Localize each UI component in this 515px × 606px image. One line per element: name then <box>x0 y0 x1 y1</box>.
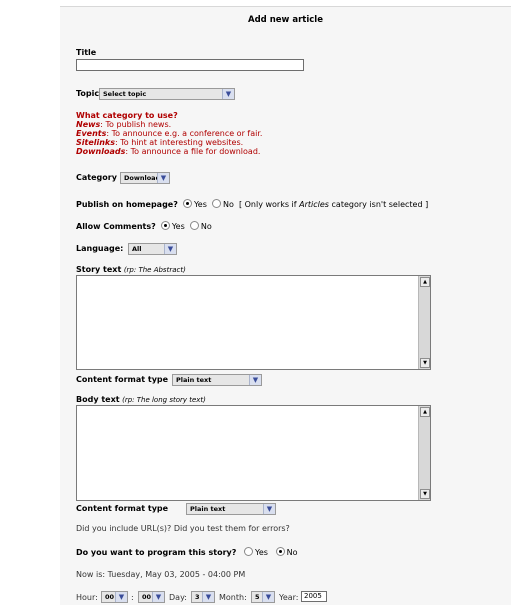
program-story-yes-radio[interactable] <box>244 547 254 556</box>
publish-homepage-row: Publish on homepage? Yes No [ Only works… <box>76 199 428 209</box>
year-input[interactable]: 2005 <box>301 591 327 602</box>
hour-selected-value: 00 <box>105 593 115 601</box>
month-label: Month: <box>219 593 247 602</box>
category-label: Category <box>76 173 117 182</box>
allow-comments-row: Allow Comments? Yes No <box>76 221 212 231</box>
time-separator: : <box>131 593 134 602</box>
chevron-down-icon: ▼ <box>202 592 214 602</box>
category-help-downloads: Downloads: To announce a file for downlo… <box>76 147 260 156</box>
publish-homepage-label: Publish on homepage? <box>76 200 178 209</box>
publish-homepage-no-label: No <box>222 200 234 209</box>
program-story-row: Do you want to program this story? Yes N… <box>76 547 297 557</box>
publish-homepage-note-italic: Articles <box>299 200 329 209</box>
publish-homepage-note-prefix: [ Only works if <box>238 200 300 209</box>
category-select[interactable]: Download ▼ <box>120 172 170 184</box>
chevron-down-icon: ▼ <box>222 89 234 99</box>
story-text-label-row: Story text (rp: The Abstract) <box>76 265 186 274</box>
story-text-area[interactable]: ▲ ▼ <box>76 275 431 370</box>
category-help-downloads-name: Downloads <box>76 147 126 156</box>
url-note: Did you include URL(s)? Did you test the… <box>76 524 290 533</box>
language-select[interactable]: All ▼ <box>128 243 177 255</box>
year-label: Year: <box>279 593 299 602</box>
scroll-up-arrow-icon[interactable]: ▲ <box>420 277 430 287</box>
content-format-1-select[interactable]: Plain text ▼ <box>172 374 262 386</box>
scroll-down-arrow-icon[interactable]: ▼ <box>420 358 430 368</box>
page-title: Add new article <box>248 15 323 25</box>
title-input[interactable] <box>76 59 304 71</box>
category-help-events-desc: : To announce e.g. a conference or fair. <box>106 129 263 138</box>
publish-homepage-yes-radio[interactable] <box>182 199 192 208</box>
month-select[interactable]: 5 ▼ <box>251 591 275 603</box>
minute-select[interactable]: 00 ▼ <box>138 591 165 603</box>
category-help-sitelinks: Sitelinks: To hint at interesting websit… <box>76 138 243 147</box>
category-help-news-name: News <box>76 120 101 129</box>
category-help-sitelinks-desc: : To hint at interesting websites. <box>115 138 244 147</box>
chevron-down-icon: ▼ <box>249 375 261 385</box>
program-story-yes-label: Yes <box>255 548 268 557</box>
story-text-label: Story text <box>76 265 122 274</box>
category-help-news-desc: : To publish news. <box>100 120 172 129</box>
chevron-down-icon: ▼ <box>263 504 275 514</box>
allow-comments-no-label: No <box>200 222 212 231</box>
month-selected-value: 5 <box>255 593 260 601</box>
chevron-down-icon: ▼ <box>152 592 164 602</box>
category-help-heading: What category to use? <box>76 111 178 120</box>
story-text-scrollbar[interactable]: ▲ ▼ <box>418 276 430 369</box>
allow-comments-yes-label: Yes <box>171 222 185 231</box>
hour-select[interactable]: 00 ▼ <box>101 591 128 603</box>
category-help-events: Events: To announce e.g. a conference or… <box>76 129 262 138</box>
body-text-area[interactable]: ▲ ▼ <box>76 405 431 501</box>
topic-label: Topic <box>76 89 100 98</box>
day-select[interactable]: 3 ▼ <box>191 591 215 603</box>
article-form-panel: Add new article Title Topic Select topic… <box>60 6 511 605</box>
allow-comments-label: Allow Comments? <box>76 222 156 231</box>
chevron-down-icon: ▼ <box>262 592 274 602</box>
content-format-2-label: Content format type <box>76 504 169 513</box>
body-text-hint: (rp: The long story text) <box>122 396 206 404</box>
chevron-down-icon: ▼ <box>157 173 169 183</box>
content-format-2-select[interactable]: Plain text ▼ <box>186 503 276 515</box>
category-help-downloads-desc: : To announce a file for download. <box>125 147 261 156</box>
language-label: Language: <box>76 244 124 253</box>
topic-selected-value: Select topic <box>103 90 147 98</box>
body-text-label-row: Body text (rp: The long story text) <box>76 395 206 404</box>
category-help-events-name: Events <box>76 129 107 138</box>
current-datetime: Now is: Tuesday, May 03, 2005 - 04:00 PM <box>76 570 246 579</box>
program-story-no-radio[interactable] <box>275 547 285 556</box>
language-selected-value: All <box>132 245 142 253</box>
scroll-down-arrow-icon[interactable]: ▼ <box>420 489 430 499</box>
category-help-news: News: To publish news. <box>76 120 171 129</box>
title-label: Title <box>76 48 97 57</box>
content-format-1-label: Content format type <box>76 375 169 384</box>
publish-homepage-no-radio[interactable] <box>211 199 221 208</box>
day-selected-value: 3 <box>195 593 200 601</box>
day-label: Day: <box>169 593 187 602</box>
publish-homepage-yes-label: Yes <box>193 200 207 209</box>
allow-comments-no-radio[interactable] <box>189 221 199 230</box>
body-text-label: Body text <box>76 395 120 404</box>
publish-homepage-note-suffix: category isn't selected ] <box>328 200 429 209</box>
scroll-up-arrow-icon[interactable]: ▲ <box>420 407 430 417</box>
hour-label: Hour: <box>76 593 98 602</box>
body-text-scrollbar[interactable]: ▲ ▼ <box>418 406 430 500</box>
chevron-down-icon: ▼ <box>115 592 127 602</box>
allow-comments-yes-radio[interactable] <box>160 221 170 230</box>
program-story-label: Do you want to program this story? <box>76 548 237 557</box>
minute-selected-value: 00 <box>142 593 152 601</box>
topic-select[interactable]: Select topic ▼ <box>99 88 235 100</box>
content-format-2-selected-value: Plain text <box>190 505 226 513</box>
content-format-1-selected-value: Plain text <box>176 376 212 384</box>
category-help-sitelinks-name: Sitelinks <box>76 138 116 147</box>
program-story-no-label: No <box>286 548 298 557</box>
chevron-down-icon: ▼ <box>164 244 176 254</box>
story-text-hint: (rp: The Abstract) <box>123 266 186 274</box>
category-selected-value: Download <box>124 174 161 182</box>
